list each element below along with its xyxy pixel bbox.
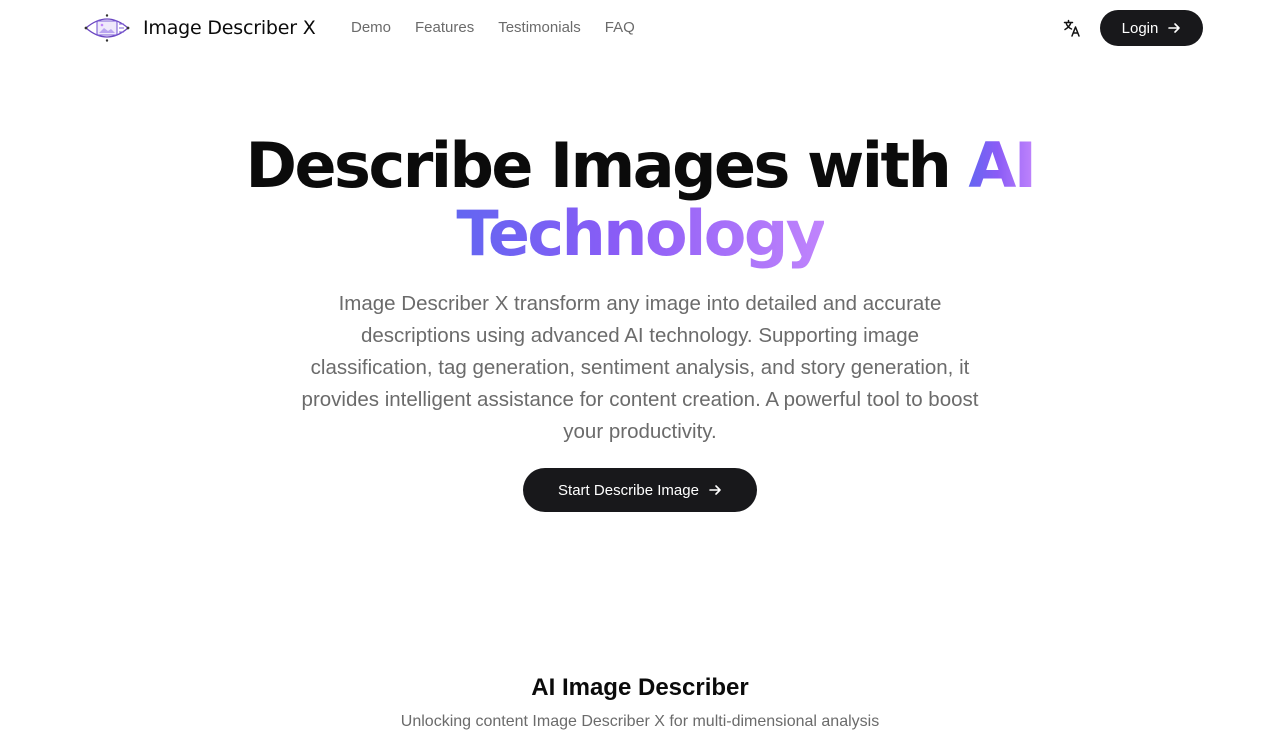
hero-title: Describe Images with AI Technology <box>0 132 1280 268</box>
eye-logo-icon <box>84 14 130 42</box>
start-describe-label: Start Describe Image <box>558 481 699 499</box>
hero-title-plain: Describe Images with <box>245 129 969 202</box>
hero-title-accent-technology: Technology <box>456 197 826 270</box>
nav-item-testimonials[interactable]: Testimonials <box>498 18 581 38</box>
nav-item-demo[interactable]: Demo <box>351 18 391 38</box>
login-button[interactable]: Login <box>1100 10 1203 46</box>
hero-description: Image Describer X transform any image in… <box>301 292 979 443</box>
section-title: AI Image Describer <box>531 674 749 701</box>
arrow-right-icon <box>1168 23 1181 33</box>
brand-link[interactable]: Image Describer X <box>84 12 316 44</box>
login-label: Login <box>1121 19 1159 37</box>
section-subtitle: Unlocking content Image Describer X for … <box>400 713 880 730</box>
start-describe-button[interactable]: Start Describe Image <box>523 468 757 512</box>
brand-name: Image Describer X <box>143 17 316 39</box>
nav-item-faq[interactable]: FAQ <box>605 18 635 38</box>
hero-title-accent-ai: AI <box>968 129 1037 202</box>
site-header: Image Describer X Demo Features Testimon… <box>0 0 1280 56</box>
main-nav: Demo Features Testimonials FAQ <box>351 18 659 38</box>
translate-icon[interactable] <box>1062 18 1082 38</box>
nav-item-features[interactable]: Features <box>415 18 474 38</box>
arrow-right-icon <box>709 485 721 495</box>
